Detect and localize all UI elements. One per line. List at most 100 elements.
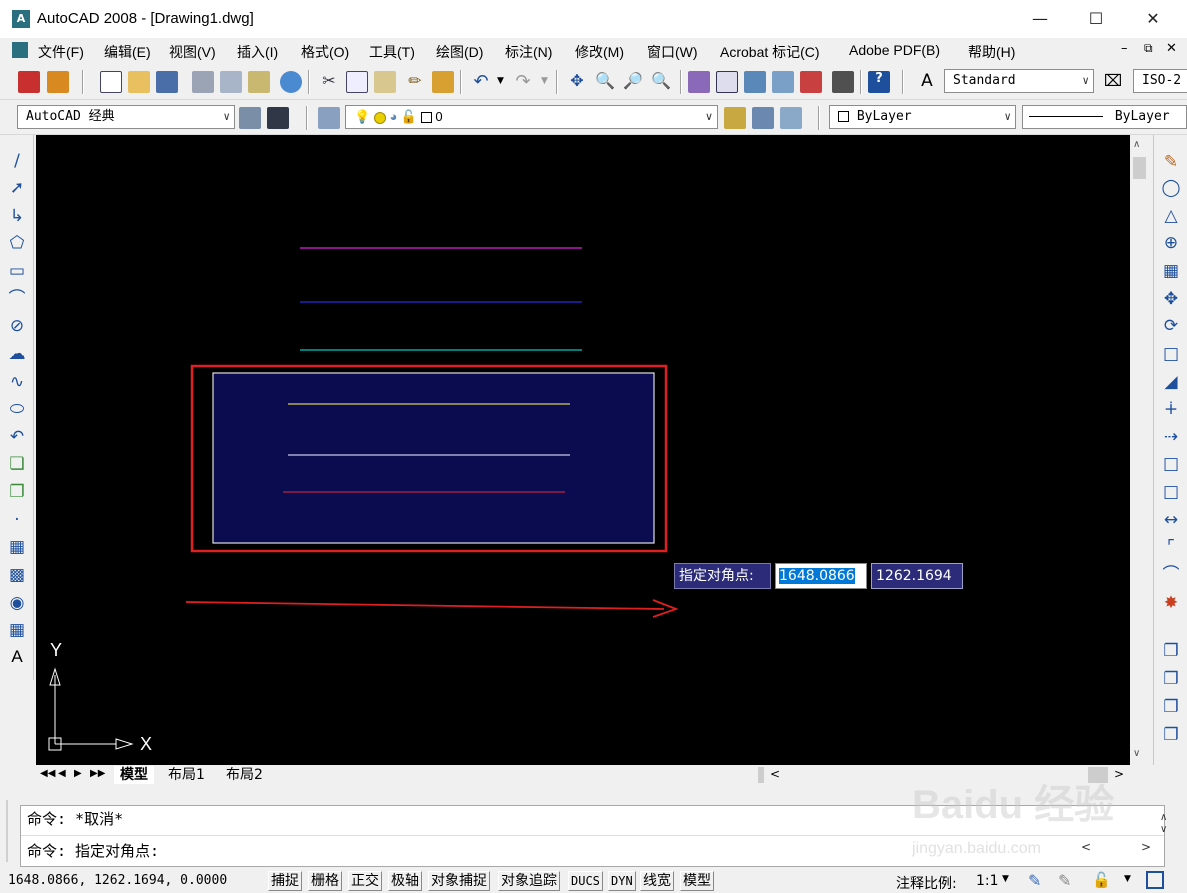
scale-icon[interactable]: □ [1160,343,1182,365]
plot-preview-icon[interactable] [220,71,242,93]
construction-line-icon[interactable]: ➚ [6,177,28,199]
tab-model[interactable]: 模型 [114,766,154,784]
web-icon[interactable] [280,71,302,93]
autocad-icon[interactable]: A [12,10,30,28]
dynamic-input-x[interactable]: 1648.0866 [775,563,867,589]
cmd-scroll-up-icon[interactable]: ∧ [1160,812,1167,823]
annotation-scale-value[interactable]: 1:1 [976,873,999,889]
tab-first-icon[interactable]: ◀◀ [40,768,55,779]
publish-icon[interactable] [248,71,270,93]
polar-toggle[interactable]: 极轴 [388,871,422,891]
match-prop-icon[interactable]: ✏ [404,71,426,93]
auto-scale-icon[interactable]: ✎ [1058,871,1071,890]
color-select[interactable]: ByLayer ∨ [829,105,1016,129]
draw-order-above-icon[interactable]: ❐ [1160,696,1182,718]
new-icon[interactable] [100,71,122,93]
tab-layout1[interactable]: 布局1 [164,766,209,784]
close-button[interactable]: ✕ [1130,0,1176,38]
sheet-set-icon[interactable] [772,71,794,93]
break-icon[interactable]: □ [1160,481,1182,503]
block-editor-icon[interactable] [432,71,454,93]
menu-edit[interactable]: 编辑(E) [104,42,151,62]
menu-view[interactable]: 视图(V) [169,42,216,62]
linetype-select[interactable]: ByLayer [1022,105,1187,129]
revision-cloud-icon[interactable]: ☁ [6,343,28,365]
tab-prev-icon[interactable]: ◀ [58,768,66,779]
chamfer-icon[interactable]: ⌜ [1160,536,1182,558]
doc-close-icon[interactable]: ✕ [1166,41,1177,56]
command-prompt-line[interactable]: 命令: 指定对角点: [27,840,159,861]
multiline-text-icon[interactable]: A [6,646,28,668]
erase-icon[interactable]: ✎ [1160,151,1182,173]
menu-format[interactable]: 格式(O) [301,42,349,62]
insert-block-icon[interactable]: ❏ [6,453,28,475]
layer-manager-icon[interactable] [318,107,340,129]
workspace-save-icon[interactable] [267,107,289,129]
tab-next-icon[interactable]: ▶ [74,768,82,779]
layer-states-icon[interactable] [780,107,802,129]
paste-icon[interactable] [374,71,396,93]
fillet-icon[interactable]: ⌒ [1160,564,1182,586]
save-icon[interactable] [156,71,178,93]
annotation-visibility-icon[interactable]: ✎ [1028,871,1041,890]
dim-style-icon[interactable]: ⌧ [1102,71,1124,93]
text-style-select[interactable]: Standard ∨ [944,69,1094,93]
snap-toggle[interactable]: 捕捉 [268,871,302,891]
cmd-scroll-left-icon[interactable]: < [1081,840,1091,854]
break-at-point-icon[interactable]: □ [1160,453,1182,475]
menu-file[interactable]: 文件(F) [38,42,84,62]
minimize-button[interactable]: — [1017,0,1063,38]
tab-last-icon[interactable]: ▶▶ [90,768,105,779]
gradient-icon[interactable]: ▩ [6,564,28,586]
pdf-settings-icon[interactable] [47,71,69,93]
zoom-window-icon[interactable]: 🔎 [622,71,644,93]
region-icon[interactable]: ◉ [6,592,28,614]
pan-icon[interactable]: ✥ [566,71,588,93]
menu-acrobat[interactable]: Acrobat 标记(C) [720,42,820,62]
circle-icon[interactable]: ⊘ [6,315,28,337]
menu-insert[interactable]: 插入(I) [237,42,278,62]
tab-layout2[interactable]: 布局2 [222,766,267,784]
join-icon[interactable]: ↔ [1160,509,1182,531]
zoom-realtime-icon[interactable]: 🔍 [594,71,616,93]
print-icon[interactable] [192,71,214,93]
drawing-canvas[interactable]: Y X [36,135,1130,765]
rectangle-icon[interactable]: ▭ [6,260,28,282]
draw-order-back-icon[interactable]: ❐ [1160,668,1182,690]
dyn-toggle[interactable]: DYN [608,871,636,891]
command-grip[interactable] [6,800,18,862]
tool-palettes-icon[interactable] [744,71,766,93]
otrack-toggle[interactable]: 对象追踪 [498,871,560,891]
maximize-button[interactable]: ☐ [1073,0,1119,38]
explode-icon[interactable]: ✸ [1160,592,1182,614]
lineweight-toggle[interactable]: 线宽 [640,871,674,891]
array-icon[interactable]: ▦ [1160,260,1182,282]
layer-previous-icon[interactable] [752,107,774,129]
rotate-icon[interactable]: ⟳ [1160,315,1182,337]
menu-modify[interactable]: 修改(M) [575,42,624,62]
design-center-icon[interactable] [716,71,738,93]
polyline-icon[interactable]: ↳ [6,205,28,227]
menu-draw[interactable]: 绘图(D) [436,42,483,62]
spline-icon[interactable]: ∿ [6,371,28,393]
ortho-toggle[interactable]: 正交 [348,871,382,891]
chevron-down-icon[interactable]: ▼ [1002,874,1009,884]
doc-icon[interactable] [12,42,28,58]
menu-window[interactable]: 窗口(W) [647,42,698,62]
stretch-icon[interactable]: ◢ [1160,371,1182,393]
extend-icon[interactable]: ⇢ [1160,426,1182,448]
markup-icon[interactable] [800,71,822,93]
menu-help[interactable]: 帮助(H) [968,42,1015,62]
doc-restore-icon[interactable]: ⧉ [1144,41,1153,56]
pdf-icon[interactable] [18,71,40,93]
vertical-scrollbar[interactable]: ∧ ∨ [1130,135,1149,765]
redo-icon[interactable]: ↷ [512,71,534,93]
text-style-icon[interactable]: A [916,71,938,93]
status-menu-icon[interactable]: ▼ [1124,874,1131,884]
toolbar-lock-icon[interactable]: 🔓 [1092,871,1111,889]
offset-icon[interactable]: ⊕ [1160,232,1182,254]
table-icon[interactable]: ▦ [6,619,28,641]
ellipse-icon[interactable]: ⬭ [6,398,28,420]
open-icon[interactable] [128,71,150,93]
zoom-previous-icon[interactable]: 🔍 [650,71,672,93]
